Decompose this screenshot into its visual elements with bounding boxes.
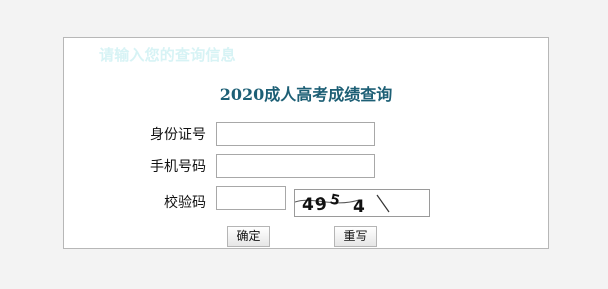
captcha-row: 校验码 4 9 5 4	[64, 186, 548, 217]
captcha-image-graphic: 4 9 5 4	[295, 192, 390, 216]
phone-input[interactable]	[216, 154, 375, 178]
phone-row: 手机号码	[64, 154, 548, 178]
reset-button[interactable]: 重写	[334, 226, 377, 247]
id-card-input[interactable]	[216, 122, 375, 146]
captcha-char-4: 4	[353, 197, 365, 216]
confirm-button[interactable]: 确定	[227, 226, 270, 247]
query-panel: 请输入您的查询信息 2020成人高考成绩查询 身份证号 手机号码 校验码 4 9…	[63, 37, 549, 249]
captcha-char-3: 5	[328, 192, 341, 210]
captcha-char-2: 9	[314, 194, 329, 215]
page-title: 2020成人高考成绩查询	[219, 85, 393, 104]
id-card-label: 身份证号	[150, 127, 206, 143]
captcha-label: 校验码	[164, 195, 206, 211]
captcha-input[interactable]	[216, 186, 286, 210]
captcha-image[interactable]: 4 9 5 4	[294, 189, 430, 217]
phone-label: 手机号码	[150, 159, 206, 175]
captcha-char-1: 4	[302, 195, 314, 215]
id-card-row: 身份证号	[64, 122, 548, 146]
panel-hint: 请输入您的查询信息	[99, 46, 236, 64]
